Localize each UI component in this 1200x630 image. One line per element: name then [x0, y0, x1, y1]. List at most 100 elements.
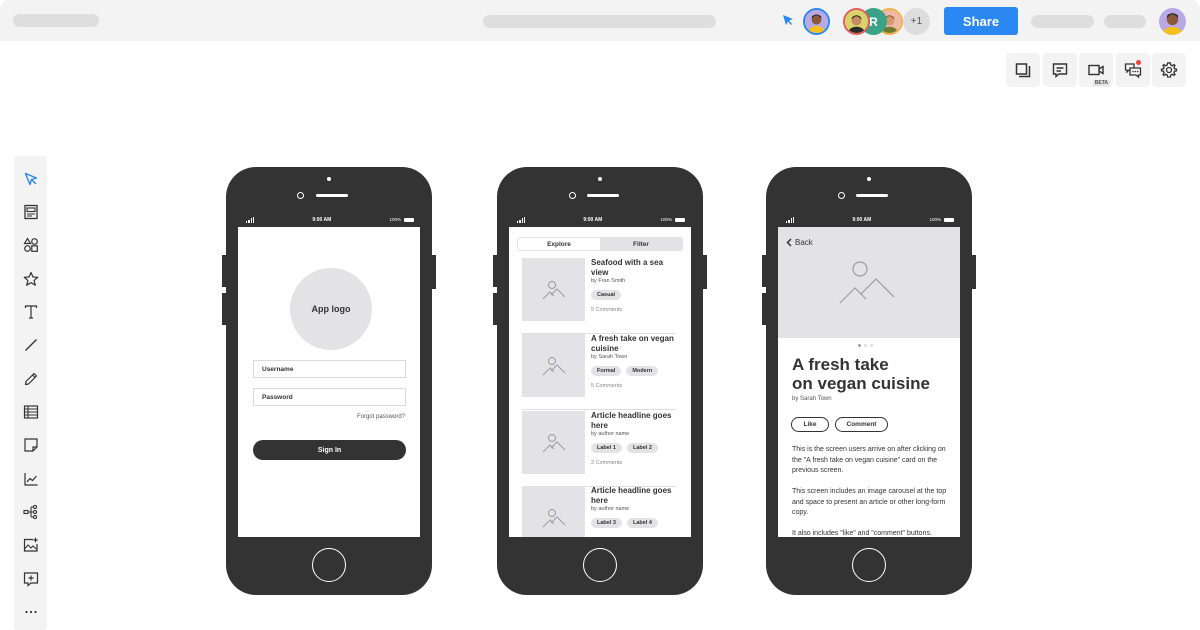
tab-explore[interactable]: Explore [518, 238, 600, 250]
battery-indicator: 100% [660, 217, 685, 222]
article-title-line: A fresh take [792, 355, 889, 374]
list-item[interactable]: Article headline goes here by author nam… [522, 411, 676, 487]
tool-chart[interactable] [14, 466, 47, 492]
toolbar-placeholder-2[interactable] [1104, 15, 1146, 28]
battery-icon [674, 217, 685, 222]
list-item[interactable]: Seafood with a sea view by Fran Smith Ca… [522, 258, 676, 334]
carousel-dot[interactable] [864, 344, 867, 347]
more-collaborators-badge[interactable]: +1 [903, 8, 930, 35]
comment-add-icon [23, 572, 38, 587]
cursor-pointer-icon [783, 15, 793, 25]
tag[interactable]: Label 2 [626, 443, 658, 453]
share-button[interactable]: Share [944, 7, 1018, 35]
image-placeholder-icon [839, 261, 895, 304]
phone-detail-frame[interactable]: 9:00 AM 100% Back A fresh take on vegan c… [762, 167, 976, 595]
phone-camera [569, 192, 576, 199]
sticky-note-icon [23, 438, 38, 452]
home-button[interactable] [312, 548, 346, 582]
tab-filter[interactable]: Filter [600, 238, 682, 250]
tool-pen[interactable] [14, 366, 47, 392]
board-name-placeholder[interactable] [483, 15, 716, 28]
tool-sticky-note[interactable] [14, 432, 47, 458]
sign-in-button[interactable]: Sign In [253, 440, 406, 460]
forgot-password-link[interactable]: Forgot password? [357, 414, 405, 420]
gear-icon [1160, 62, 1178, 78]
comment-count: 5 Comments [591, 383, 623, 389]
image-placeholder [522, 411, 585, 474]
tag[interactable]: Label 4 [626, 518, 658, 528]
phone-side-button [222, 293, 226, 325]
status-time: 9:00 AM [852, 216, 872, 223]
list-item[interactable]: Article headline goes here by author nam… [522, 486, 676, 537]
board-title-placeholder[interactable] [13, 14, 99, 27]
chevron-left-icon [786, 238, 792, 247]
carousel-indicator [858, 344, 873, 347]
carousel-dot[interactable] [870, 344, 873, 347]
tag[interactable]: Modern [626, 366, 659, 376]
list-item[interactable]: A fresh take on vegan cuisine by Sarah T… [522, 334, 676, 410]
comment-button[interactable]: Comment [835, 417, 888, 432]
shapes-icon [22, 237, 38, 252]
comment-count: 5 Comments [591, 307, 623, 313]
back-button[interactable]: Back [786, 238, 813, 247]
signal-icon [246, 216, 255, 223]
toolbar-placeholder-1[interactable] [1031, 15, 1094, 28]
tag[interactable]: Formal [591, 366, 622, 376]
tool-text[interactable] [14, 299, 47, 325]
tool-image[interactable] [14, 532, 47, 558]
pages-button[interactable] [1006, 53, 1040, 87]
phone-sensor [327, 177, 331, 181]
article-author: by Sarah Town [792, 396, 832, 402]
tool-templates[interactable] [14, 199, 47, 225]
phone-list-frame[interactable]: 9:00 AM 100% Explore Filter Seafood with… [493, 167, 707, 595]
battery-level: 100% [389, 217, 401, 222]
tag[interactable]: Casual [591, 290, 622, 300]
image-placeholder-icon [542, 356, 565, 375]
avatar-profile[interactable] [1159, 8, 1186, 35]
avatar-current-user[interactable] [803, 8, 830, 35]
table-icon [23, 405, 38, 419]
image-carousel[interactable]: Back [778, 227, 960, 338]
back-label: Back [795, 238, 813, 247]
password-field[interactable]: Password [253, 388, 406, 406]
avatar-collaborator-1[interactable] [843, 8, 870, 35]
tool-stickers[interactable] [14, 266, 47, 292]
tool-select[interactable] [14, 166, 47, 192]
battery-indicator: 100% [929, 217, 954, 222]
home-button[interactable] [583, 548, 617, 582]
tool-table[interactable] [14, 399, 47, 425]
article-paragraph: This is the screen users arrive on after… [792, 446, 946, 474]
card-author: by Sarah Town [591, 354, 628, 360]
settings-button[interactable] [1152, 53, 1186, 87]
article-body: This is the screen users arrive on after… [792, 445, 952, 537]
text-icon [24, 305, 37, 319]
tag[interactable]: Label 1 [591, 443, 622, 453]
tag[interactable]: Label 3 [591, 518, 622, 528]
comments-button[interactable] [1043, 53, 1077, 87]
login-screen: 9:00 AM 100% App logo Username Password … [238, 212, 420, 537]
carousel-dot-active[interactable] [858, 344, 861, 347]
chat-button[interactable] [1116, 53, 1150, 87]
pen-icon [24, 372, 37, 386]
phone-speaker [587, 194, 619, 197]
tool-more[interactable] [14, 599, 47, 625]
like-button[interactable]: Like [791, 417, 829, 432]
mind-map-icon [22, 504, 37, 520]
tool-mind-map[interactable] [14, 499, 47, 525]
tool-comment[interactable] [14, 566, 47, 592]
phone-login-frame[interactable]: 9:00 AM 100% App logo Username Password … [222, 167, 436, 595]
beta-badge: BETA [1092, 80, 1110, 86]
app-logo-label: App logo [311, 304, 351, 314]
tool-line[interactable] [14, 332, 47, 358]
video-button[interactable]: BETA [1079, 53, 1113, 87]
status-time: 9:00 AM [312, 216, 332, 223]
list-content: Explore Filter Seafood with a sea view b… [509, 227, 691, 537]
phone-side-button [432, 255, 436, 289]
image-placeholder-icon [542, 508, 565, 527]
line-icon [24, 339, 37, 351]
tool-shapes[interactable] [14, 232, 47, 258]
app-logo: App logo [290, 268, 372, 350]
home-button[interactable] [852, 548, 886, 582]
username-field[interactable]: Username [253, 360, 406, 378]
signal-icon [517, 216, 526, 223]
